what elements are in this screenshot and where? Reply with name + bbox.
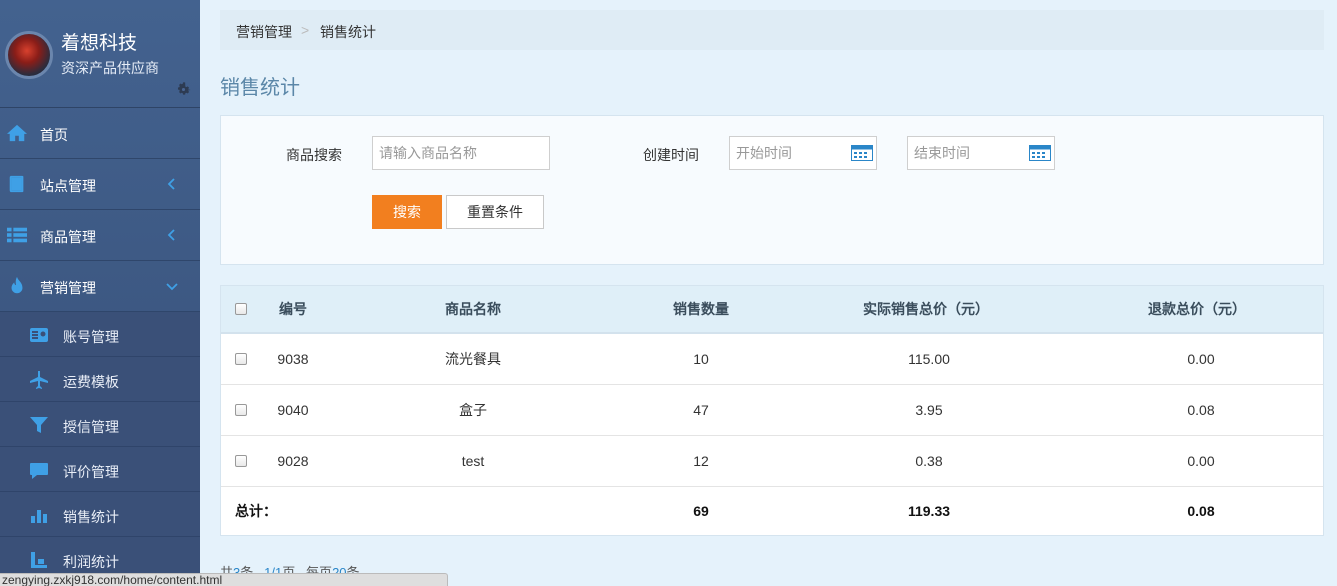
sidebar-item-marketing[interactable]: 营销管理 — [0, 261, 200, 312]
select-all-checkbox[interactable] — [235, 303, 247, 315]
brand-name: 着想科技 — [61, 33, 138, 54]
sidebar-subitem-label: 销售统计 — [63, 509, 119, 525]
plane-icon — [30, 371, 48, 389]
cell-quantity: 12 — [693, 453, 709, 469]
table-total-row: 总计： 69 119.33 0.08 — [221, 487, 1323, 535]
cell-quantity: 10 — [693, 351, 709, 367]
cell-id: 9028 — [277, 453, 309, 469]
column-header: 销售数量 — [673, 301, 729, 317]
product-search-input[interactable] — [372, 136, 550, 170]
cell-sales-total: 115.00 — [908, 351, 950, 367]
breadcrumb-separator: > — [301, 22, 310, 38]
id-card-icon — [30, 328, 48, 342]
table-row: 9028 test 12 0.38 0.00 — [221, 436, 1323, 487]
chevron-down-icon — [166, 283, 178, 291]
list-icon — [7, 227, 27, 243]
column-header: 退款总价（元） — [1148, 301, 1246, 317]
cell-product-name: test — [461, 453, 485, 469]
table-row: 9040 盒子 47 3.95 0.08 — [221, 385, 1323, 436]
total-quantity: 69 — [693, 503, 709, 519]
brand-subtitle: 资深产品供应商 — [61, 60, 159, 76]
product-search-label: 商品搜索 — [286, 147, 342, 163]
filter-icon — [30, 417, 48, 433]
sidebar-item-label: 站点管理 — [40, 178, 96, 194]
sidebar-item-label: 首页 — [40, 127, 68, 143]
calendar-icon[interactable] — [851, 145, 873, 161]
column-header: 商品名称 — [445, 301, 501, 317]
sidebar-item-label: 商品管理 — [40, 229, 96, 245]
sidebar-subitem-credit[interactable]: 授信管理 — [0, 402, 200, 447]
breadcrumb-parent[interactable]: 营销管理 — [236, 22, 292, 42]
sidebar-subitem-sales-stats[interactable]: 销售统计 — [0, 492, 200, 537]
total-refund: 0.08 — [1187, 503, 1215, 519]
sidebar-subitem-label: 授信管理 — [63, 419, 119, 435]
chevron-left-icon — [167, 229, 175, 241]
avatar[interactable] — [5, 31, 53, 79]
gear-icon[interactable] — [175, 81, 192, 98]
home-icon — [7, 124, 27, 142]
cell-refund-total: 0.00 — [1187, 351, 1215, 367]
sales-table: 编号 商品名称 销售数量 实际销售总价（元） 退款总价（元） 9038 流光餐具… — [220, 285, 1324, 536]
sidebar-subitem-label: 运费模板 — [63, 374, 119, 390]
fire-icon — [11, 276, 23, 294]
status-url: zengying.zxkj918.com/home/content.html — [0, 573, 448, 586]
cell-id: 9038 — [277, 351, 309, 367]
sidebar-subitem-label: 账号管理 — [63, 329, 119, 345]
page-title: 销售统计 — [220, 77, 300, 99]
comment-icon — [30, 463, 48, 479]
cell-sales-total: 3.95 — [915, 402, 943, 418]
sidebar-item-home[interactable]: 首页 — [0, 108, 200, 159]
sidebar-item-products[interactable]: 商品管理 — [0, 210, 200, 261]
cell-quantity: 47 — [693, 402, 709, 418]
book-icon — [9, 175, 24, 193]
row-checkbox[interactable] — [235, 353, 247, 365]
reset-button[interactable]: 重置条件 — [446, 195, 544, 229]
search-panel: 商品搜索 创建时间 搜索 重置条件 — [220, 115, 1324, 265]
row-checkbox[interactable] — [235, 404, 247, 416]
cell-refund-total: 0.00 — [1187, 453, 1215, 469]
sidebar-item-site[interactable]: 站点管理 — [0, 159, 200, 210]
total-sales: 119.33 — [907, 503, 951, 519]
search-button[interactable]: 搜索 — [372, 195, 442, 229]
marketing-submenu: 账号管理 运费模板 授信管理 评价管理 销售统计 利润统计 — [0, 312, 200, 582]
calendar-icon[interactable] — [1029, 145, 1051, 161]
sidebar-subitem-shipping[interactable]: 运费模板 — [0, 357, 200, 402]
chart-icon — [31, 552, 47, 568]
cell-product-name: 流光餐具 — [445, 351, 501, 367]
cell-id: 9040 — [277, 402, 309, 418]
cell-refund-total: 0.08 — [1187, 402, 1215, 418]
cell-product-name: 盒子 — [459, 402, 487, 418]
brand-header: 着想科技 资深产品供应商 — [0, 0, 200, 108]
table-row: 9038 流光餐具 10 115.00 0.00 — [221, 334, 1323, 385]
total-label: 总计： — [235, 503, 277, 519]
column-header: 编号 — [279, 301, 307, 317]
chevron-left-icon — [167, 178, 175, 190]
row-checkbox[interactable] — [235, 455, 247, 467]
create-time-label: 创建时间 — [643, 147, 699, 163]
sidebar-subitem-reviews[interactable]: 评价管理 — [0, 447, 200, 492]
breadcrumb-current: 销售统计 — [320, 24, 376, 40]
table-header: 编号 商品名称 销售数量 实际销售总价（元） 退款总价（元） — [221, 286, 1323, 334]
sidebar: 着想科技 资深产品供应商 首页 站点管理 商品管理 营销管理 账号管理 运费模板 — [0, 0, 200, 586]
sidebar-subitem-label: 利润统计 — [63, 554, 119, 570]
sidebar-subitem-label: 评价管理 — [63, 464, 119, 480]
sidebar-item-label: 营销管理 — [40, 280, 96, 296]
column-header: 实际销售总价（元） — [863, 301, 989, 317]
sidebar-subitem-accounts[interactable]: 账号管理 — [0, 312, 200, 357]
breadcrumb: 营销管理 > 销售统计 — [220, 10, 1324, 50]
cell-sales-total: 0.38 — [915, 453, 943, 469]
bar-chart-icon — [31, 510, 47, 523]
